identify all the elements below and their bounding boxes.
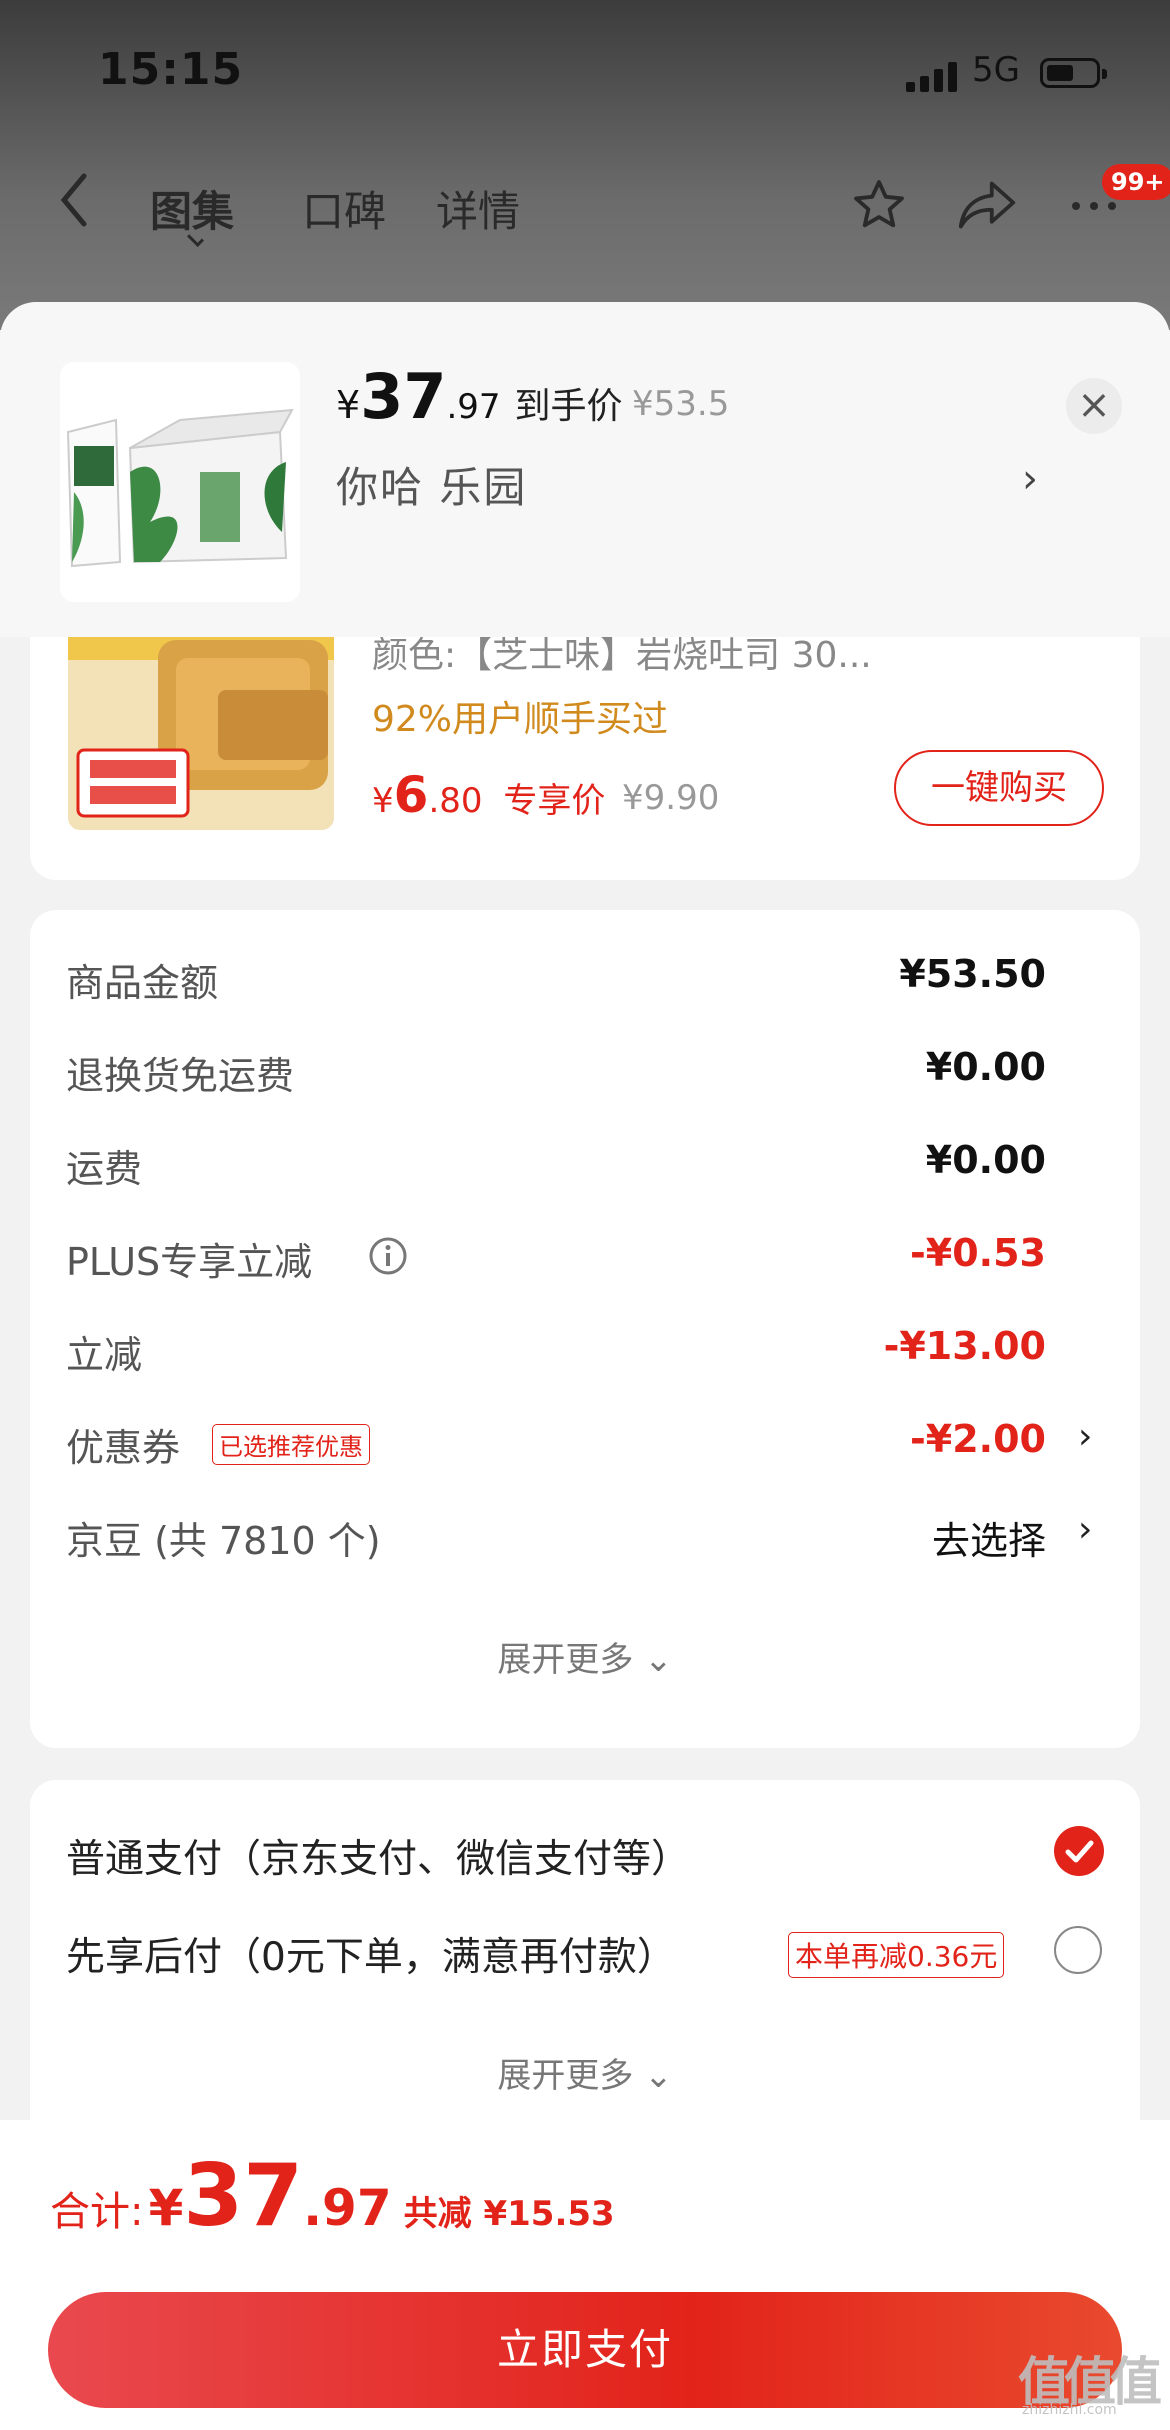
check-icon[interactable] <box>1054 1826 1104 1876</box>
expand-more-button[interactable]: 展开更多 ⌄ <box>0 2048 1170 2097</box>
product-thumbnail[interactable] <box>60 362 300 602</box>
battery-icon <box>1040 58 1107 88</box>
summary-label: 运费 <box>66 1147 143 1191</box>
summary-value: -¥0.53 <box>910 1231 1046 1275</box>
status-time: 15:15 <box>98 44 244 95</box>
star-icon[interactable] <box>850 176 908 238</box>
summary-label: 退换货免运费 <box>66 1054 295 1098</box>
coupon-tag: 已选推荐优惠 <box>212 1424 370 1465</box>
selected-spec[interactable]: 你哈 乐园 <box>336 454 527 515</box>
payment-promo-tag: 本单再减0.36元 <box>788 1932 1005 1978</box>
summary-value: ¥0.00 <box>925 1138 1046 1182</box>
summary-label[interactable]: 京豆 (共 7810 个) <box>66 1510 381 1565</box>
share-icon[interactable] <box>956 176 1018 238</box>
summary-label[interactable]: 优惠券 <box>66 1417 180 1472</box>
tab-reviews[interactable]: 口碑 <box>302 178 386 239</box>
pay-now-button[interactable]: 立即支付 <box>48 2292 1122 2408</box>
chevron-down-icon: ⌄ <box>644 1640 673 1680</box>
summary-label: 立减 <box>66 1333 143 1377</box>
payment-option-label[interactable]: 普通支付（京东支付、微信支付等） <box>66 1828 690 1884</box>
addon-rate: 92%用户顺手买过 <box>372 699 669 740</box>
chevron-right-icon[interactable]: › <box>1078 1509 1092 1550</box>
signal-icon <box>906 58 958 92</box>
summary-value: -¥13.00 <box>883 1324 1046 1368</box>
popup-original-price: ¥53.5 <box>632 384 730 424</box>
chevron-right-icon[interactable]: › <box>1022 456 1038 502</box>
payment-option-label[interactable]: 先享后付（0元下单，满意再付款） <box>66 1926 676 1982</box>
addon-original-price: ¥9.90 <box>622 778 720 818</box>
watermark-url: zhizhizhi.com <box>1022 2402 1117 2418</box>
addon-price: ¥6.80 专享价 <box>372 766 606 824</box>
popup-price: ¥37.97 到手价 <box>336 360 623 433</box>
chevron-down-icon: ⌄ <box>644 2056 673 2096</box>
message-badge: 99+ <box>1102 164 1170 200</box>
total-amount: 合计: ¥37.97 共减 ¥15.53 <box>50 2146 615 2246</box>
info-icon[interactable] <box>368 1236 408 1280</box>
tab-details[interactable]: 详情 <box>436 178 520 239</box>
summary-label: PLUS专享立减 <box>66 1240 313 1284</box>
more-icon[interactable] <box>1068 196 1120 220</box>
radio-icon[interactable] <box>1054 1926 1102 1974</box>
close-icon[interactable]: × <box>1066 378 1122 434</box>
summary-value[interactable]: -¥2.00 <box>910 1417 1046 1461</box>
back-arrow-icon[interactable] <box>56 170 92 240</box>
network-label: 5G <box>972 50 1020 90</box>
chevron-right-icon[interactable]: › <box>1078 1416 1092 1457</box>
summary-value: ¥53.50 <box>899 952 1046 996</box>
expand-more-button[interactable]: 展开更多 ⌄ <box>0 1632 1170 1681</box>
jd-beans-select[interactable]: 去选择 <box>932 1510 1046 1565</box>
summary-value: ¥0.00 <box>925 1045 1046 1089</box>
one-click-buy-button[interactable]: 一键购买 <box>894 750 1104 826</box>
summary-label: 商品金额 <box>66 961 219 1005</box>
